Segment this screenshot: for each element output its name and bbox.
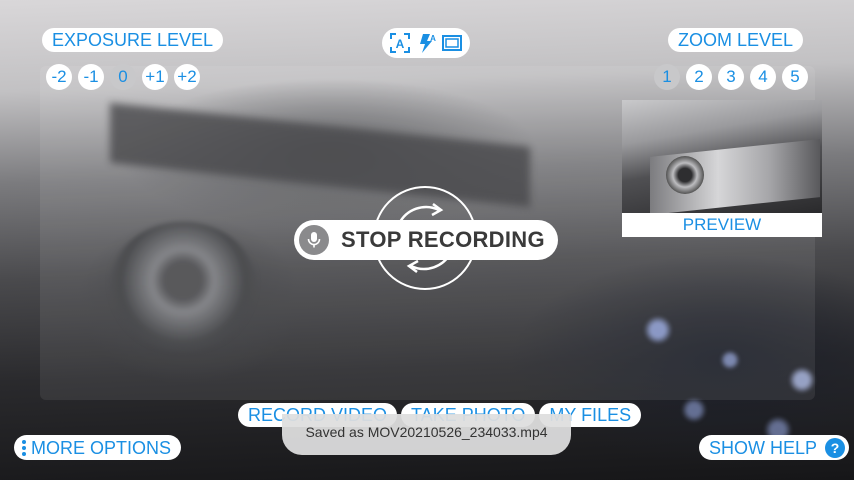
- zoom-option-5[interactable]: 5: [782, 64, 808, 90]
- svg-text:A: A: [396, 37, 405, 51]
- preview-knob: [666, 156, 704, 194]
- vertical-dots-icon: [22, 439, 26, 456]
- saved-toast: Saved as MOV20210526_234033.mp4: [282, 414, 571, 455]
- zoom-level-selector: 1 2 3 4 5: [654, 64, 808, 90]
- aspect-ratio-icon[interactable]: [441, 32, 463, 54]
- show-help-button[interactable]: SHOW HELP ?: [699, 435, 850, 460]
- show-help-label: SHOW HELP: [709, 437, 818, 458]
- exposure-option-minus1[interactable]: -1: [78, 64, 104, 90]
- more-options-button[interactable]: MORE OPTIONS: [14, 435, 182, 460]
- exposure-option-0[interactable]: 0: [110, 64, 136, 90]
- zoom-option-3[interactable]: 3: [718, 64, 744, 90]
- exposure-option-plus1[interactable]: +1: [142, 64, 168, 90]
- exposure-level-title: EXPOSURE LEVEL: [42, 28, 224, 52]
- stop-recording-button[interactable]: STOP RECORDING: [294, 220, 558, 260]
- svg-text:A: A: [430, 34, 436, 43]
- microphone-icon: [299, 225, 329, 255]
- more-options-label: MORE OPTIONS: [31, 437, 172, 458]
- help-icon: ?: [825, 437, 846, 458]
- zoom-option-2[interactable]: 2: [686, 64, 712, 90]
- camera-mode-bar: A A: [382, 28, 470, 58]
- auto-focus-icon[interactable]: A: [389, 32, 411, 54]
- zoom-option-4[interactable]: 4: [750, 64, 776, 90]
- auto-flash-icon[interactable]: A: [415, 32, 437, 54]
- zoom-level-title: ZOOM LEVEL: [668, 28, 804, 52]
- exposure-level-selector: -2 -1 0 +1 +2: [46, 64, 200, 90]
- exposure-option-minus2[interactable]: -2: [46, 64, 72, 90]
- preview-label[interactable]: PREVIEW: [622, 213, 822, 237]
- stop-recording-label: STOP RECORDING: [341, 227, 545, 252]
- exposure-option-plus2[interactable]: +2: [174, 64, 200, 90]
- zoom-option-1[interactable]: 1: [654, 64, 680, 90]
- preview-image[interactable]: [622, 100, 822, 213]
- preview-thumbnail[interactable]: PREVIEW: [622, 100, 822, 237]
